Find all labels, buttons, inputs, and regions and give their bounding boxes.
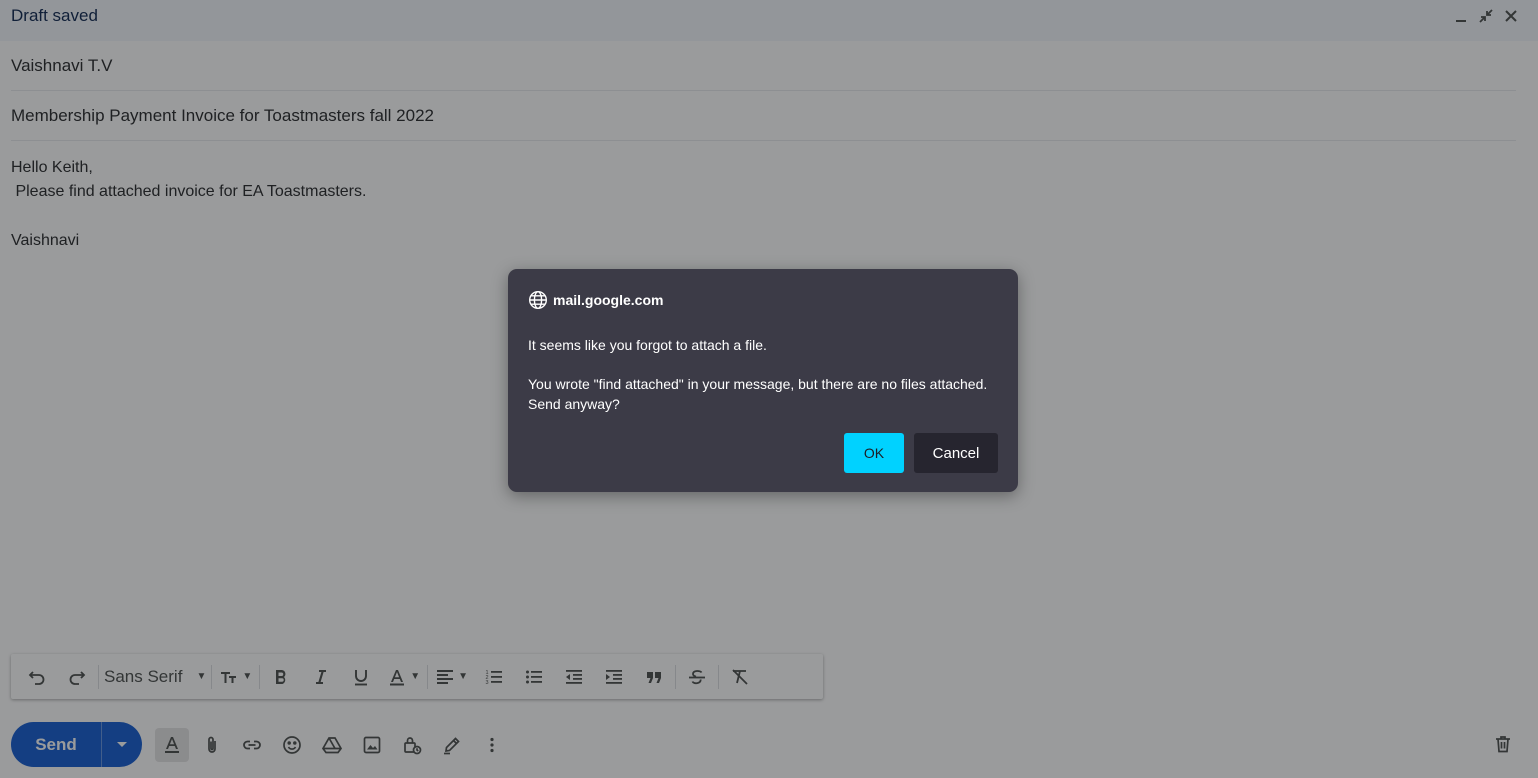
alert-dialog: mail.google.com It seems like you forgot…: [508, 269, 1018, 492]
globe-icon: [528, 290, 548, 310]
dialog-message: It seems like you forgot to attach a fil…: [528, 337, 767, 353]
dialog-origin: mail.google.com: [528, 290, 663, 310]
dialog-detail: You wrote "find attached" in your messag…: [528, 376, 988, 412]
ok-button[interactable]: OK: [844, 433, 904, 473]
dialog-origin-text: mail.google.com: [553, 292, 664, 308]
cancel-button[interactable]: Cancel: [914, 433, 998, 473]
